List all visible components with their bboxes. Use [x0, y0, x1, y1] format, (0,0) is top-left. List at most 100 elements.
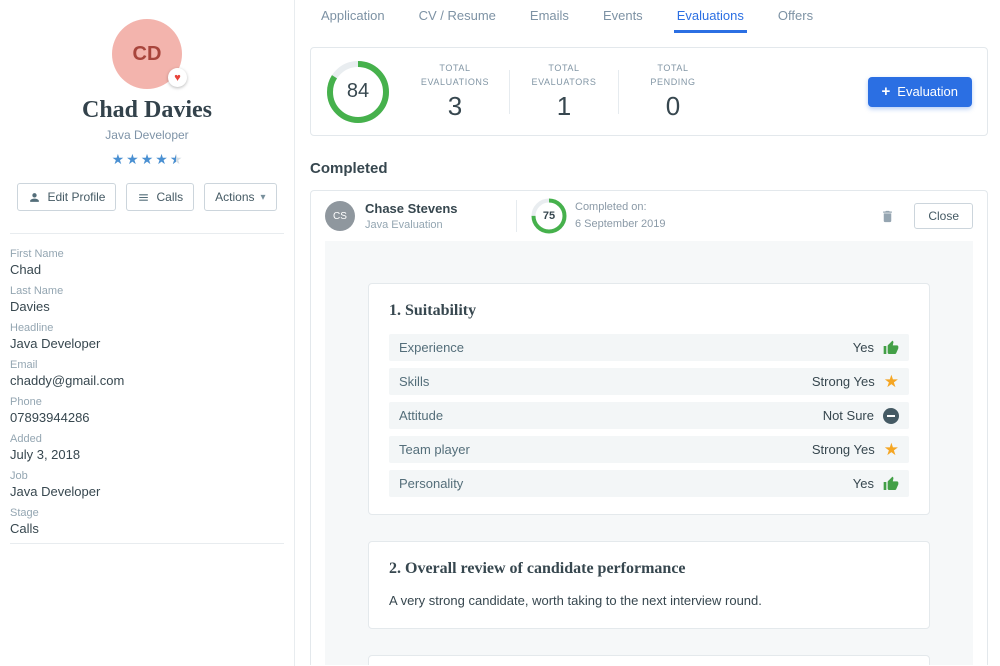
field-phone: Phone 07893944286 [10, 395, 284, 425]
field-value: Davies [10, 299, 284, 314]
field-value: Calls [10, 521, 284, 536]
tab-emails[interactable]: Emails [527, 0, 572, 33]
evaluation-header: CS Chase Stevens Java Evaluation 75 Comp… [311, 191, 987, 241]
profile-actions-row: Edit Profile Calls Actions ▾ [0, 183, 294, 211]
list-icon [137, 191, 150, 204]
field-value: Java Developer [10, 484, 284, 499]
suitability-row-experience: Experience Yes [389, 334, 909, 361]
suitability-row-team-player: Team player Strong Yes ★ [389, 436, 909, 463]
profile-tabs: Application CV / Resume Emails Events Ev… [296, 0, 1000, 33]
field-label: Job [10, 469, 284, 483]
criterion-label: Personality [399, 476, 463, 491]
chevron-down-icon: ▾ [261, 192, 266, 203]
candidate-headline: Java Developer [0, 128, 294, 142]
star-icon: ★ [141, 152, 154, 166]
suitability-row-attitude: Attitude Not Sure [389, 402, 909, 429]
tab-application[interactable]: Application [318, 0, 388, 33]
calls-button[interactable]: Calls [126, 183, 194, 211]
suitability-row-skills: Skills Strong Yes ★ [389, 368, 909, 395]
stat-total-evaluators: TOTAL EVALUATORS 1 [510, 62, 618, 120]
field-label: Phone [10, 395, 284, 409]
stat-total-evaluations: TOTAL EVALUATIONS 3 [401, 62, 509, 120]
add-evaluation-label: Evaluation [897, 84, 958, 99]
header-divider [516, 200, 517, 232]
stat-value: 0 [636, 92, 710, 121]
evaluation-type: Java Evaluation [365, 219, 458, 231]
actions-label: Actions [215, 190, 254, 204]
edit-profile-label: Edit Profile [47, 190, 105, 204]
stat-label: TOTAL EVALUATIONS [418, 62, 492, 90]
question-card-sales-rep: 3. Is this candidate suitable for employ… [368, 655, 930, 665]
not-sure-icon [883, 408, 899, 424]
favorite-heart-badge[interactable]: ♥ [168, 68, 187, 87]
review-text: A very strong candidate, worth taking to… [389, 592, 909, 611]
tab-events[interactable]: Events [600, 0, 646, 33]
field-value: 07893944286 [10, 410, 284, 425]
plus-icon: + [882, 84, 891, 99]
stat-label: TOTAL EVALUATORS [527, 62, 601, 90]
evaluation-stats: TOTAL EVALUATIONS 3 TOTAL EVALUATORS 1 T… [401, 62, 727, 120]
field-email: Email chaddy@gmail.com [10, 358, 284, 388]
candidate-avatar-wrap: CD ♥ [112, 19, 182, 89]
field-added: Added July 3, 2018 [10, 432, 284, 462]
tab-cv-resume[interactable]: CV / Resume [416, 0, 499, 33]
field-label: First Name [10, 247, 284, 261]
rating-stars[interactable]: ★ ★ ★ ★ ★ ★ [0, 152, 294, 166]
suitability-rows: Experience Yes Skills Strong Y [389, 334, 909, 497]
main-content: Application CV / Resume Emails Events Ev… [296, 0, 1000, 666]
field-value: Java Developer [10, 336, 284, 351]
star-half-icon: ★ ★ [170, 152, 183, 166]
actions-button[interactable]: Actions ▾ [204, 183, 276, 211]
field-value: Chad [10, 262, 284, 277]
stat-value: 3 [418, 92, 492, 121]
field-label: Added [10, 432, 284, 446]
star-icon: ★ [112, 152, 125, 166]
stat-total-pending: TOTAL PENDING 0 [619, 62, 727, 120]
field-last-name: Last Name Davies [10, 284, 284, 314]
star-icon: ★ [884, 441, 899, 458]
star-icon: ★ [126, 152, 139, 166]
criterion-value: Not Sure [823, 408, 874, 423]
tab-offers[interactable]: Offers [775, 0, 816, 33]
question-card-overall-review: 2. Overall review of candidate performan… [368, 541, 930, 629]
add-evaluation-button[interactable]: + Evaluation [868, 77, 972, 107]
heart-icon: ♥ [174, 72, 181, 84]
suitability-row-personality: Personality Yes [389, 470, 909, 497]
evaluator-info: CS Chase Stevens Java Evaluation [325, 201, 516, 231]
stat-label: TOTAL PENDING [636, 62, 710, 90]
candidate-profile-page: CD ♥ Chad Davies Java Developer ★ ★ ★ ★ … [0, 0, 1000, 666]
star-icon: ★ [155, 152, 168, 166]
question-title: 2. Overall review of candidate performan… [389, 559, 909, 578]
tab-evaluations[interactable]: Evaluations [674, 0, 747, 33]
criterion-value: Yes [853, 476, 874, 491]
evaluation-score-ring: 75 [531, 198, 567, 234]
overall-score-value: 84 [326, 60, 390, 124]
trash-icon [880, 209, 895, 224]
criterion-label: Skills [399, 374, 429, 389]
candidate-name: Chad Davies [0, 97, 294, 123]
stat-value: 1 [527, 92, 601, 121]
evaluator-name: Chase Stevens [365, 201, 458, 217]
edit-profile-button[interactable]: Edit Profile [17, 183, 116, 211]
thumbs-up-icon [883, 476, 899, 492]
overall-score-ring: 84 [326, 60, 390, 124]
close-evaluation-button[interactable]: Close [914, 203, 973, 229]
delete-evaluation-button[interactable] [878, 207, 897, 226]
field-label: Email [10, 358, 284, 372]
sidebar-divider-bottom [10, 543, 284, 544]
question-title: 1. Suitability [389, 301, 909, 320]
field-first-name: First Name Chad [10, 247, 284, 277]
question-card-suitability: 1. Suitability Experience Yes [368, 283, 930, 515]
field-value: July 3, 2018 [10, 447, 284, 462]
criterion-value: Strong Yes [812, 442, 875, 457]
thumbs-up-icon [883, 340, 899, 356]
evaluator-name-block: Chase Stevens Java Evaluation [365, 201, 458, 231]
criterion-label: Experience [399, 340, 464, 355]
criterion-label: Attitude [399, 408, 443, 423]
completed-on-label: Completed on: [575, 199, 666, 216]
star-icon: ★ [884, 373, 899, 390]
evaluator-avatar: CS [325, 201, 355, 231]
completed-on-block: Completed on: 6 September 2019 [575, 199, 666, 233]
completed-evaluation-card: CS Chase Stevens Java Evaluation 75 Comp… [310, 190, 988, 665]
field-label: Headline [10, 321, 284, 335]
